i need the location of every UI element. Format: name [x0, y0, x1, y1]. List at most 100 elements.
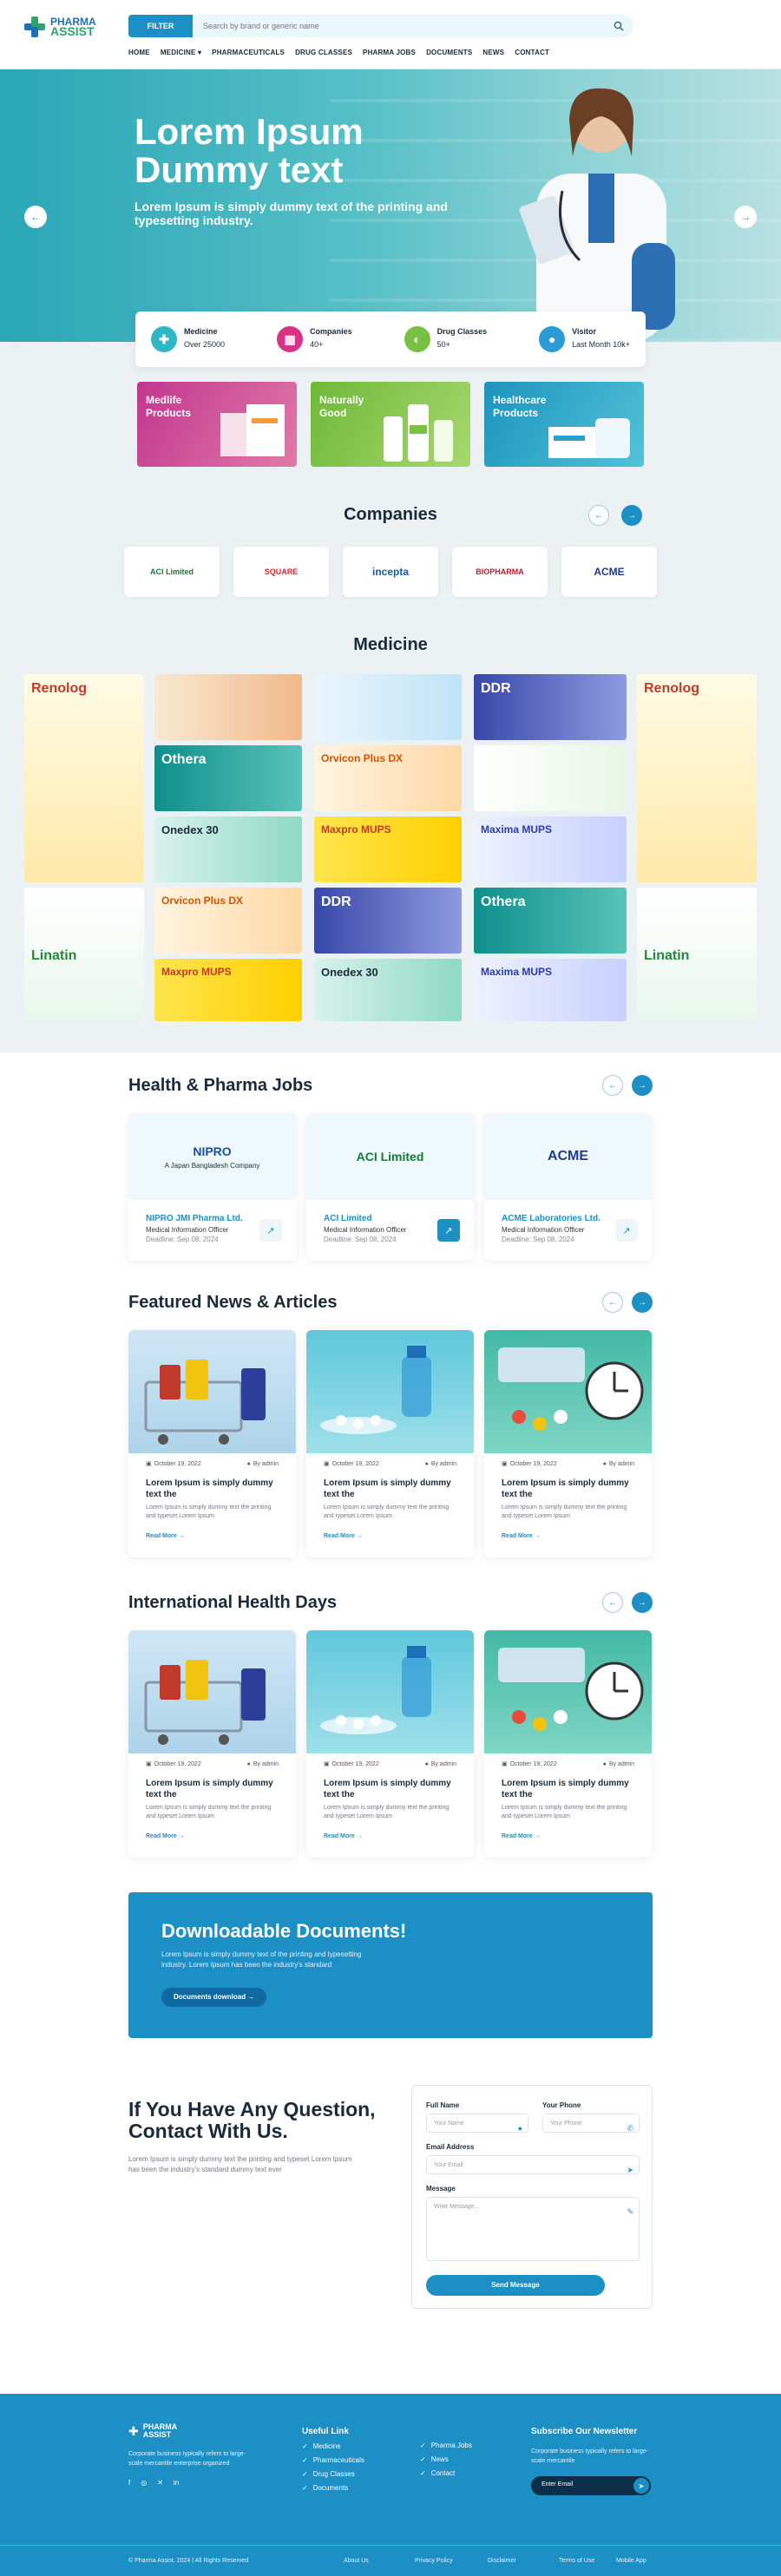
subscribe-send-button[interactable]: ➤: [633, 2478, 649, 2494]
news-next-button[interactable]: →: [632, 1292, 653, 1313]
medicine-tile[interactable]: Othera: [154, 745, 302, 811]
company-logo-aci[interactable]: ACI Limited: [124, 547, 220, 597]
medicine-tile[interactable]: DDR: [314, 888, 462, 954]
news-card[interactable]: ▣ October 19, 2022 ● By admin Lorem Ipsum i…: [484, 1330, 652, 1557]
full-name-field[interactable]: Your Name ●: [426, 2114, 528, 2133]
message-field[interactable]: Write Message... ✎: [426, 2197, 640, 2261]
footer-bottom-link[interactable]: Terms of Use: [559, 2558, 594, 2564]
health-day-card-title[interactable]: Lorem Ipsum is simply dummy text the: [146, 1778, 276, 1800]
jobs-prev-button[interactable]: ←: [602, 1075, 623, 1096]
jobs-next-button[interactable]: →: [632, 1075, 653, 1096]
medicine-tile[interactable]: [314, 674, 462, 740]
footer-link[interactable]: ✓ Documents: [302, 2484, 364, 2492]
medicine-tile[interactable]: Maxima MUPS: [474, 816, 627, 882]
company-logo-biopharma[interactable]: BIOPHARMA: [452, 547, 548, 597]
health-day-card[interactable]: ▣ October 19, 2022 ● By admin Lorem Ipsum i…: [484, 1630, 652, 1858]
read-more-link[interactable]: Read More →: [502, 1833, 541, 1839]
news-card-title[interactable]: Lorem Ipsum is simply dummy text the: [146, 1478, 276, 1500]
footer-bottom-link[interactable]: Privacy Policy: [415, 2558, 453, 2564]
medicine-tile[interactable]: Orvicon Plus DX: [314, 745, 462, 811]
health-days-next-button[interactable]: →: [632, 1592, 653, 1613]
medicine-tile[interactable]: [474, 745, 627, 811]
category-healthcare[interactable]: Healthcare Products: [484, 382, 644, 467]
x-icon[interactable]: ✕: [157, 2479, 163, 2487]
nav-pharmaceuticals[interactable]: PHARMACEUTICALS: [212, 49, 285, 56]
job-card[interactable]: ACI Limited ACI Limited Medical Informat…: [306, 1113, 474, 1261]
facebook-icon[interactable]: f: [128, 2479, 130, 2487]
health-day-card[interactable]: ▣ October 19, 2022 ● By admin Lorem Ipsum i…: [128, 1630, 296, 1858]
job-card[interactable]: ACME ACME Laboratories Ltd. Medical Info…: [484, 1113, 652, 1261]
instagram-icon[interactable]: ◎: [141, 2479, 147, 2487]
footer-link[interactable]: ✓ Pharmaceuticals: [302, 2456, 364, 2464]
read-more-link[interactable]: Read More →: [502, 1533, 541, 1539]
nav-news[interactable]: NEWS: [482, 49, 504, 56]
hero-next-button[interactable]: →: [734, 206, 757, 228]
health-day-card-title[interactable]: Lorem Ipsum is simply dummy text the: [502, 1778, 632, 1800]
read-more-link[interactable]: Read More →: [324, 1533, 363, 1539]
nav-contact[interactable]: CONTACT: [515, 49, 549, 56]
medicine-tile[interactable]: Maxpro MUPS: [154, 959, 302, 1021]
job-open-button[interactable]: ↗: [437, 1219, 460, 1242]
medicine-tile[interactable]: Othera: [474, 888, 627, 954]
health-day-date: ▣ October 19, 2022: [146, 1760, 201, 1768]
news-prev-button[interactable]: ←: [602, 1292, 623, 1313]
health-day-card-title[interactable]: Lorem Ipsum is simply dummy text the: [324, 1778, 454, 1800]
footer-bottom-link[interactable]: Mobile App: [616, 2558, 646, 2564]
linkedin-icon[interactable]: in: [174, 2479, 179, 2487]
send-message-button[interactable]: Send Message: [426, 2275, 605, 2296]
medicine-tile[interactable]: DDR: [474, 674, 627, 740]
companies-prev-button[interactable]: ←: [588, 505, 609, 526]
documents-download-button[interactable]: Documents download →: [161, 1988, 267, 2007]
read-more-label: Read More: [502, 1833, 533, 1839]
job-open-button[interactable]: ↗: [615, 1219, 638, 1242]
job-open-button[interactable]: ↗: [259, 1219, 282, 1242]
medicine-tile[interactable]: Renolog: [24, 674, 144, 882]
search-input[interactable]: [193, 22, 609, 30]
footer-bottom-link[interactable]: Disclaimer: [488, 2558, 516, 2564]
nav-home[interactable]: HOME: [128, 49, 150, 56]
companies-next-button[interactable]: →: [621, 505, 642, 526]
company-logo-acme[interactable]: ACME: [561, 547, 657, 597]
medicine-tile[interactable]: [154, 674, 302, 740]
phone-field[interactable]: Your Phone ✆: [542, 2114, 640, 2133]
news-card-title[interactable]: Lorem Ipsum is simply dummy text the: [502, 1478, 632, 1500]
nav-pharma-jobs[interactable]: PHARMA JOBS: [363, 49, 416, 56]
medicine-tile[interactable]: Linatin: [24, 888, 144, 1021]
company-logo-incepta[interactable]: incepta: [343, 547, 438, 597]
news-card[interactable]: ▣ October 19, 2022 ● By admin Lorem Ipsum i…: [128, 1330, 296, 1557]
read-more-link[interactable]: Read More →: [146, 1533, 185, 1539]
footer-link[interactable]: ✓ Medicine: [302, 2442, 364, 2450]
medicine-tile[interactable]: Orvicon Plus DX: [154, 888, 302, 954]
category-naturally-good[interactable]: Naturally Good: [311, 382, 470, 467]
news-card-title[interactable]: Lorem Ipsum is simply dummy text the: [324, 1478, 454, 1500]
medicine-tile[interactable]: Maxpro MUPS: [314, 816, 462, 882]
medicine-tile[interactable]: Renolog: [637, 674, 757, 882]
hero-prev-button[interactable]: ←: [24, 206, 47, 228]
read-more-link[interactable]: Read More →: [324, 1833, 363, 1839]
site-logo[interactable]: PHARMA ASSIST: [24, 16, 96, 37]
footer-link[interactable]: ✓ Drug Classes: [302, 2470, 364, 2478]
nav-drug-classes[interactable]: DRUG CLASSES: [295, 49, 352, 56]
footer-link[interactable]: ✓ Pharma Jobs: [420, 2442, 472, 2449]
footer-link[interactable]: ✓ Contact: [420, 2469, 472, 2477]
news-card[interactable]: ▣ October 19, 2022 ● By admin Lorem Ipsum i…: [306, 1330, 474, 1557]
read-more-link[interactable]: Read More →: [146, 1833, 185, 1839]
footer-link[interactable]: ✓ News: [420, 2455, 472, 2463]
search-icon[interactable]: [609, 16, 628, 36]
email-field[interactable]: Your Email ➤: [426, 2155, 640, 2174]
category-medlife[interactable]: Medlife Products: [137, 382, 297, 467]
health-day-card[interactable]: ▣ October 19, 2022 ● By admin Lorem Ipsum i…: [306, 1630, 474, 1858]
medicine-tile[interactable]: Onedex 30: [314, 959, 462, 1021]
job-card[interactable]: NIPRO A Japan Bangladesh Company NIPRO JM…: [128, 1113, 296, 1261]
nav-medicine[interactable]: MEDICINE ▾: [161, 49, 201, 56]
company-logo-square[interactable]: SQUARE: [233, 547, 329, 597]
medicine-tile[interactable]: Maxima MUPS: [474, 959, 627, 1021]
subscribe-email-input[interactable]: Enter Email: [541, 2481, 573, 2488]
medicine-tile[interactable]: Onedex 30: [154, 816, 302, 882]
filter-button[interactable]: FILTER: [128, 15, 193, 37]
nav-documents[interactable]: DOCUMENTS: [426, 49, 472, 56]
footer-bottom-link[interactable]: About Us: [344, 2558, 369, 2564]
medicine-tile[interactable]: Linatin: [637, 888, 757, 1021]
footer-logo[interactable]: ✚ PHARMA ASSIST: [128, 2423, 259, 2439]
health-days-prev-button[interactable]: ←: [602, 1592, 623, 1613]
